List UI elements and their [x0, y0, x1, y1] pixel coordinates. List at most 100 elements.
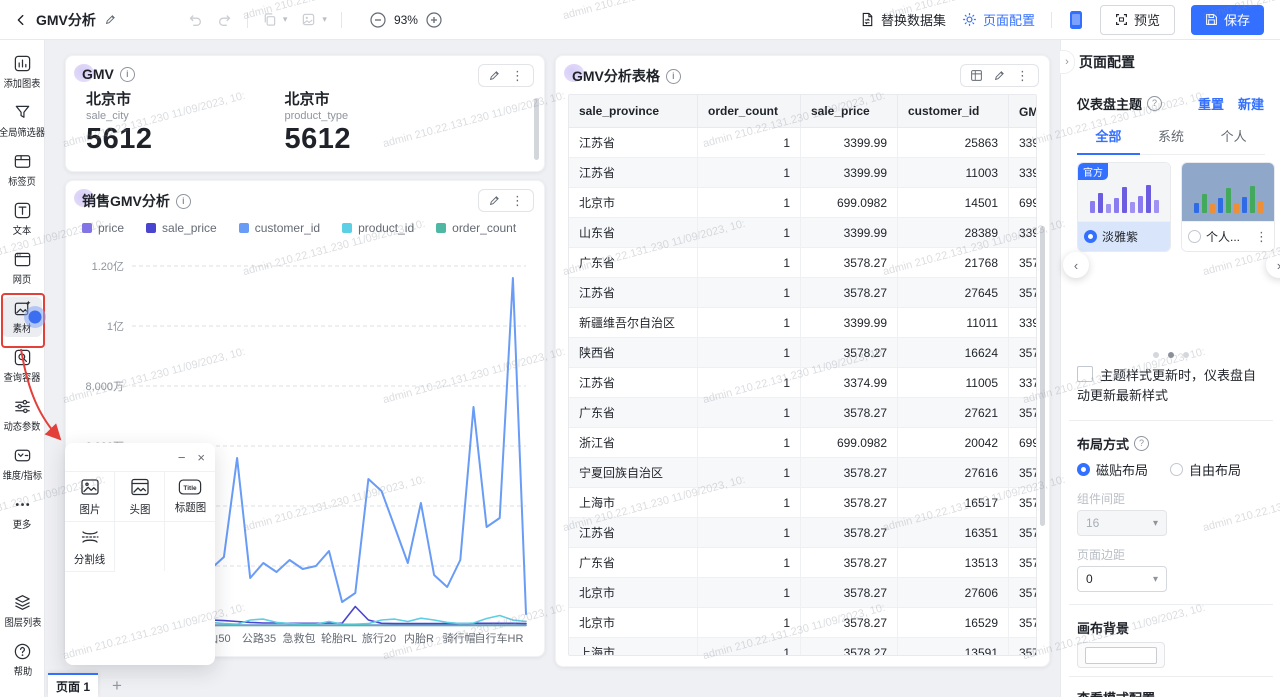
- table-row[interactable]: 江苏省13578.27163513578.270019531: [569, 518, 1037, 548]
- zoom-in-icon[interactable]: [426, 12, 442, 28]
- theme-more-icon[interactable]: ⋮: [1255, 231, 1268, 243]
- more-icon[interactable]: ⋮: [511, 195, 524, 207]
- edit-icon[interactable]: [488, 194, 501, 207]
- carousel-prev-icon[interactable]: ‹: [1063, 252, 1089, 278]
- column-header[interactable]: sale_price: [801, 95, 898, 128]
- back-icon[interactable]: [14, 13, 28, 27]
- carousel-dot[interactable]: [1183, 352, 1189, 358]
- help-icon[interactable]: ?: [1147, 96, 1162, 111]
- theme-tab-系统[interactable]: 系统: [1140, 126, 1203, 154]
- sidebar-item-add-chart[interactable]: 添加图表: [0, 52, 44, 101]
- undo-icon[interactable]: [187, 12, 203, 28]
- carousel-dot[interactable]: [1168, 352, 1174, 358]
- table-row[interactable]: 浙江省1699.098220042699.098205566406: [569, 428, 1037, 458]
- sidebar-item-layer-list[interactable]: 图层列表: [0, 591, 45, 640]
- material-item-title-image[interactable]: Title标题图: [165, 472, 215, 522]
- table-row[interactable]: 宁夏回族自治区13578.27276163578.270019531: [569, 458, 1037, 488]
- more-icon[interactable]: ⋮: [511, 70, 524, 82]
- table-row[interactable]: 北京市13578.27165293578.270019531: [569, 608, 1037, 638]
- collapse-panel-icon[interactable]: ›: [1060, 50, 1075, 74]
- info-icon[interactable]: i: [120, 67, 135, 82]
- close-icon[interactable]: ×: [197, 450, 205, 465]
- page-tab-active[interactable]: 页面 1: [48, 673, 98, 697]
- sidebar-item-more[interactable]: 更多: [0, 493, 44, 542]
- info-icon[interactable]: i: [666, 69, 681, 84]
- theme-create-link[interactable]: 新建: [1238, 94, 1264, 113]
- legend-item[interactable]: price: [82, 221, 124, 235]
- sidebar-item-text[interactable]: 文本: [0, 199, 44, 248]
- column-header[interactable]: sale_province: [569, 95, 698, 128]
- table-row[interactable]: 新疆维吾尔自治区13399.99110113399.98999023437: [569, 308, 1037, 338]
- sidebar-item-dynamic-params[interactable]: 动态参数: [0, 395, 44, 444]
- copy-caret-icon[interactable]: ▾: [283, 14, 288, 25]
- theme-card[interactable]: 官方淡雅紫: [1077, 162, 1171, 252]
- material-item-head-image[interactable]: 头图: [115, 472, 165, 522]
- sidebar-item-tab-page[interactable]: 标签页: [0, 150, 44, 199]
- sidebar-item-material[interactable]: 素材: [0, 297, 44, 346]
- data-table[interactable]: sale_provinceorder_countsale_pricecustom…: [568, 94, 1037, 656]
- insert-image-caret-icon[interactable]: ▾: [322, 14, 327, 25]
- legend-item[interactable]: sale_price: [146, 221, 217, 235]
- layout-option-free[interactable]: 自由布局: [1170, 460, 1241, 479]
- sidebar-item-help[interactable]: 帮助: [0, 640, 45, 689]
- redo-icon[interactable]: [217, 12, 233, 28]
- theme-tab-全部[interactable]: 全部: [1077, 126, 1140, 155]
- legend-item[interactable]: order_count: [436, 221, 516, 235]
- auto-update-checkbox[interactable]: [1077, 366, 1093, 382]
- save-button[interactable]: 保存: [1191, 5, 1264, 35]
- theme-radio[interactable]: [1188, 230, 1201, 243]
- sidebar-item-global-filter[interactable]: 全局筛选器: [0, 101, 44, 150]
- info-icon[interactable]: i: [176, 194, 191, 209]
- table-row[interactable]: 广东省13578.27217683578.270019531: [569, 248, 1037, 278]
- material-item-image[interactable]: 图片: [65, 472, 115, 522]
- minimize-icon[interactable]: −: [178, 450, 186, 465]
- edit-icon[interactable]: [488, 69, 501, 82]
- card-scrollbar[interactable]: [534, 98, 539, 160]
- help-icon[interactable]: ?: [1134, 436, 1149, 451]
- zoom-out-icon[interactable]: [370, 12, 386, 28]
- table-scrollbar[interactable]: [1040, 226, 1045, 526]
- sidebar-item-web[interactable]: 网页: [0, 248, 44, 297]
- page-margin-select[interactable]: 0▾: [1077, 566, 1167, 592]
- insert-image-icon[interactable]: [301, 12, 316, 27]
- dashboard-canvas[interactable]: GMV i ⋮ 北京市sale_city5612北京市product_type5…: [45, 40, 1060, 697]
- preview-button[interactable]: 预览: [1100, 5, 1175, 35]
- table-row[interactable]: 江苏省13399.99258633399.98999023437: [569, 128, 1037, 158]
- canvas-bg-color-picker[interactable]: [1077, 642, 1165, 668]
- legend-item[interactable]: customer_id: [239, 221, 320, 235]
- table-row[interactable]: 江苏省13399.99110033399.98999023437: [569, 158, 1037, 188]
- table-row[interactable]: 山东省13399.99283893399.98999023437: [569, 218, 1037, 248]
- column-header[interactable]: GMV分: [1009, 95, 1038, 128]
- gmv-table-card[interactable]: GMV分析表格 i ⋮ sale_provinceorder_countsale…: [555, 55, 1050, 667]
- sidebar-item-dimension-metric[interactable]: 维度/指标: [0, 444, 44, 493]
- gmv-indicator-card[interactable]: GMV i ⋮ 北京市sale_city5612北京市product_type5…: [65, 55, 545, 172]
- table-row[interactable]: 广东省13578.27276213578.270019531: [569, 398, 1037, 428]
- layout-option-grid[interactable]: 磁贴布局: [1077, 460, 1148, 479]
- table-row[interactable]: 上海市13578.27135913578.270019531: [569, 638, 1037, 657]
- table-row[interactable]: 北京市1699.098214501699.098205566406: [569, 188, 1037, 218]
- sidebar-item-query-container[interactable]: 查询容器: [0, 346, 44, 395]
- table-row[interactable]: 上海市13578.27165173578.270019531: [569, 488, 1037, 518]
- material-panel[interactable]: − × 图片头图Title标题图分割线: [65, 443, 215, 665]
- view-data-icon[interactable]: [970, 69, 983, 82]
- page-config-button[interactable]: 页面配置: [962, 10, 1035, 29]
- replace-dataset-button[interactable]: 替换数据集: [860, 10, 946, 29]
- column-header[interactable]: customer_id: [898, 95, 1009, 128]
- copy-icon[interactable]: [262, 12, 277, 27]
- theme-radio[interactable]: [1084, 230, 1097, 243]
- table-row[interactable]: 江苏省13374.99110053374.98999023437: [569, 368, 1037, 398]
- theme-card[interactable]: 个人...⋮: [1181, 162, 1275, 252]
- table-row[interactable]: 江苏省13578.27276453578.270019531: [569, 278, 1037, 308]
- table-row[interactable]: 陕西省13578.27166243578.270019531: [569, 338, 1037, 368]
- add-page-icon[interactable]: +: [112, 675, 122, 697]
- theme-tab-个人[interactable]: 个人: [1202, 126, 1265, 154]
- edit-icon[interactable]: [993, 69, 1006, 82]
- component-gap-select[interactable]: 16▾: [1077, 510, 1167, 536]
- theme-reset-link[interactable]: 重置: [1198, 94, 1224, 113]
- carousel-dot[interactable]: [1153, 352, 1159, 358]
- carousel-next-icon[interactable]: ›: [1266, 252, 1280, 278]
- mobile-layout-icon[interactable]: [1068, 10, 1084, 30]
- table-row[interactable]: 广东省13578.27135133578.270019531: [569, 548, 1037, 578]
- legend-item[interactable]: product_id: [342, 221, 414, 235]
- material-item-divider-line[interactable]: 分割线: [65, 522, 115, 572]
